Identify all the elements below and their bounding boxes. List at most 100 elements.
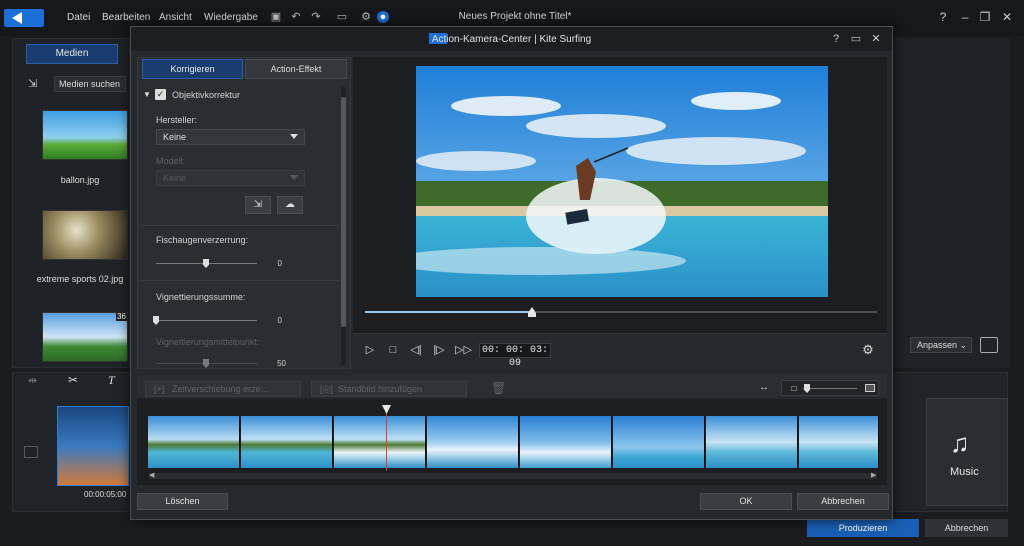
help-icon[interactable]: ? bbox=[936, 10, 950, 24]
delete-button[interactable]: Löschen bbox=[137, 493, 228, 510]
add-still-label: Standbild hinzufügen bbox=[338, 384, 423, 394]
filmstrip-playhead[interactable] bbox=[386, 405, 387, 471]
track-split-icon[interactable]: ⇹ bbox=[28, 374, 37, 387]
next-frame-icon[interactable]: |▷ bbox=[432, 343, 446, 357]
filmstrip-scrollbar[interactable] bbox=[149, 473, 877, 479]
dialog-help-icon[interactable]: ? bbox=[829, 32, 843, 46]
app-title: Neues Projekt ohne Titel* bbox=[458, 11, 572, 22]
fit-select[interactable]: Anpassen ⌄ bbox=[910, 337, 972, 353]
clip-duration: 00:00:05:00 bbox=[84, 490, 127, 499]
undo-icon[interactable]: ↶ bbox=[290, 11, 302, 23]
cancel-main-button[interactable]: Abbrechen bbox=[925, 519, 1008, 537]
music-label: Music bbox=[950, 466, 979, 478]
right-panel bbox=[892, 38, 1010, 368]
media-search-input[interactable]: Medien suchen bbox=[54, 76, 126, 92]
dialog-close-icon[interactable]: ✕ bbox=[869, 32, 883, 46]
zoom-out-icon[interactable] bbox=[791, 386, 797, 391]
track-icon bbox=[24, 446, 38, 458]
previous-frame-icon[interactable]: ◁| bbox=[409, 343, 423, 357]
title-text-icon[interactable]: T bbox=[108, 373, 115, 388]
seek-progress bbox=[365, 311, 531, 313]
filmstrip-frame bbox=[334, 416, 426, 468]
menu-datei[interactable]: Datei bbox=[67, 12, 90, 23]
preview-settings-gear-icon[interactable]: ⚙ bbox=[861, 343, 875, 357]
filmstrip-frame bbox=[799, 416, 879, 468]
settings-gear-icon[interactable]: ⚙ bbox=[360, 11, 372, 23]
manufacturer-label: Hersteller: bbox=[156, 115, 198, 125]
video-frame-image bbox=[416, 66, 828, 297]
tab-media[interactable]: Medien bbox=[26, 44, 118, 64]
add-still-button[interactable]: [◎] Standbild hinzufügen bbox=[311, 381, 467, 397]
menu-ansicht[interactable]: Ansicht bbox=[159, 12, 192, 23]
filmstrip-frame bbox=[613, 416, 705, 468]
scroll-left-icon[interactable]: ◀ bbox=[149, 471, 154, 479]
dropdown-arrow-icon bbox=[290, 134, 298, 139]
settings-scrollbar-thumb[interactable] bbox=[341, 97, 346, 327]
tab-korrigieren[interactable]: Korrigieren bbox=[142, 59, 243, 79]
divider bbox=[141, 225, 339, 226]
vignette-center-value: 50 bbox=[277, 359, 286, 368]
delete-trash-icon[interactable]: 🗑 bbox=[491, 381, 506, 395]
minimize-icon[interactable]: – bbox=[958, 10, 972, 24]
aspect-ratio-icon[interactable]: ▭ bbox=[332, 11, 352, 23]
manufacturer-select[interactable]: Keine bbox=[156, 129, 305, 145]
download-profile-button[interactable]: ☁ bbox=[277, 196, 303, 214]
action-camera-dialog: Action-Kamera-Center | Kite Surfing ? ▭ … bbox=[130, 26, 893, 520]
thumbnail-extreme-sports[interactable] bbox=[42, 210, 128, 260]
thumbnail-label: extreme sports 02.jpg bbox=[36, 274, 124, 284]
account-icon[interactable]: ● bbox=[377, 11, 389, 23]
redo-icon[interactable]: ↷ bbox=[310, 11, 322, 23]
filmstrip-frame bbox=[520, 416, 612, 468]
tab-action-effekt[interactable]: Action-Effekt bbox=[245, 59, 347, 79]
stop-icon[interactable]: □ bbox=[386, 343, 400, 357]
app-logo-icon bbox=[4, 9, 44, 27]
model-select[interactable]: Keine bbox=[156, 170, 305, 186]
thumbnail-badge: 36 bbox=[116, 312, 127, 321]
thumbnail-ballon[interactable] bbox=[42, 110, 128, 160]
time-shift-label: Zeitverschiebung erze... bbox=[172, 384, 269, 394]
fit-timeline-icon[interactable]: ↔ bbox=[759, 382, 769, 393]
time-shift-button[interactable]: [+] Zeitverschiebung erze... bbox=[145, 381, 301, 397]
fast-forward-icon[interactable]: ▷▷ bbox=[455, 343, 472, 357]
thumbnail-label: ballon.jpg bbox=[60, 175, 100, 185]
zoom-slider-track bbox=[803, 388, 857, 389]
dialog-title: Action-Kamera-Center | Kite Surfing bbox=[431, 34, 592, 45]
add-icon: [+] bbox=[154, 384, 165, 394]
play-icon[interactable]: ▷ bbox=[363, 343, 377, 357]
timecode-display: 00: 00: 03: 09 bbox=[479, 343, 551, 369]
scroll-right-icon[interactable]: ▶ bbox=[871, 471, 876, 479]
filmstrip-frame bbox=[427, 416, 519, 468]
filmstrip-frame bbox=[706, 416, 798, 468]
dropdown-arrow-icon bbox=[290, 175, 298, 180]
vignette-amount-value: 0 bbox=[277, 316, 282, 325]
lens-correction-label: Objektivkorrektur bbox=[172, 90, 241, 100]
divider bbox=[141, 280, 339, 281]
close-app-icon[interactable]: ✕ bbox=[1000, 10, 1014, 24]
timeline-clip[interactable] bbox=[57, 406, 129, 486]
import-media-icon[interactable]: ⇲ bbox=[28, 77, 42, 91]
preview-window-icon[interactable] bbox=[980, 337, 998, 353]
zoom-in-icon[interactable] bbox=[865, 384, 875, 392]
fit-select-value: Anpassen bbox=[917, 340, 958, 350]
settings-panel bbox=[137, 57, 351, 369]
restore-icon[interactable]: ❐ bbox=[978, 10, 992, 24]
menu-bearbeiten[interactable]: Bearbeiten bbox=[102, 12, 150, 23]
fisheye-label: Fischaugenverzerrung: bbox=[156, 235, 249, 245]
dialog-maximize-icon[interactable]: ▭ bbox=[849, 32, 863, 46]
vignette-amount-label: Vignettierungssumme: bbox=[156, 292, 246, 302]
menu-wiedergabe[interactable]: Wiedergabe bbox=[204, 12, 258, 23]
snapshot-icon: [◎] bbox=[320, 384, 333, 394]
lens-correction-checkbox[interactable]: ✓ bbox=[155, 89, 166, 100]
save-icon[interactable]: ▣ bbox=[270, 11, 282, 23]
import-profile-button[interactable]: ⇲ bbox=[245, 196, 271, 214]
video-preview[interactable] bbox=[416, 66, 828, 297]
dialog-cancel-button[interactable]: Abbrechen bbox=[797, 493, 889, 510]
produce-button[interactable]: Produzieren bbox=[807, 519, 919, 537]
ok-button[interactable]: OK bbox=[700, 493, 792, 510]
filmstrip-frame bbox=[148, 416, 240, 468]
chevron-down-icon: ⌄ bbox=[959, 340, 967, 350]
fisheye-value: 0 bbox=[277, 259, 282, 268]
collapse-arrow-icon[interactable]: ▼ bbox=[143, 90, 151, 99]
vignette-amount-slider-track bbox=[156, 320, 257, 321]
scissors-icon[interactable]: ✂ bbox=[68, 373, 78, 387]
